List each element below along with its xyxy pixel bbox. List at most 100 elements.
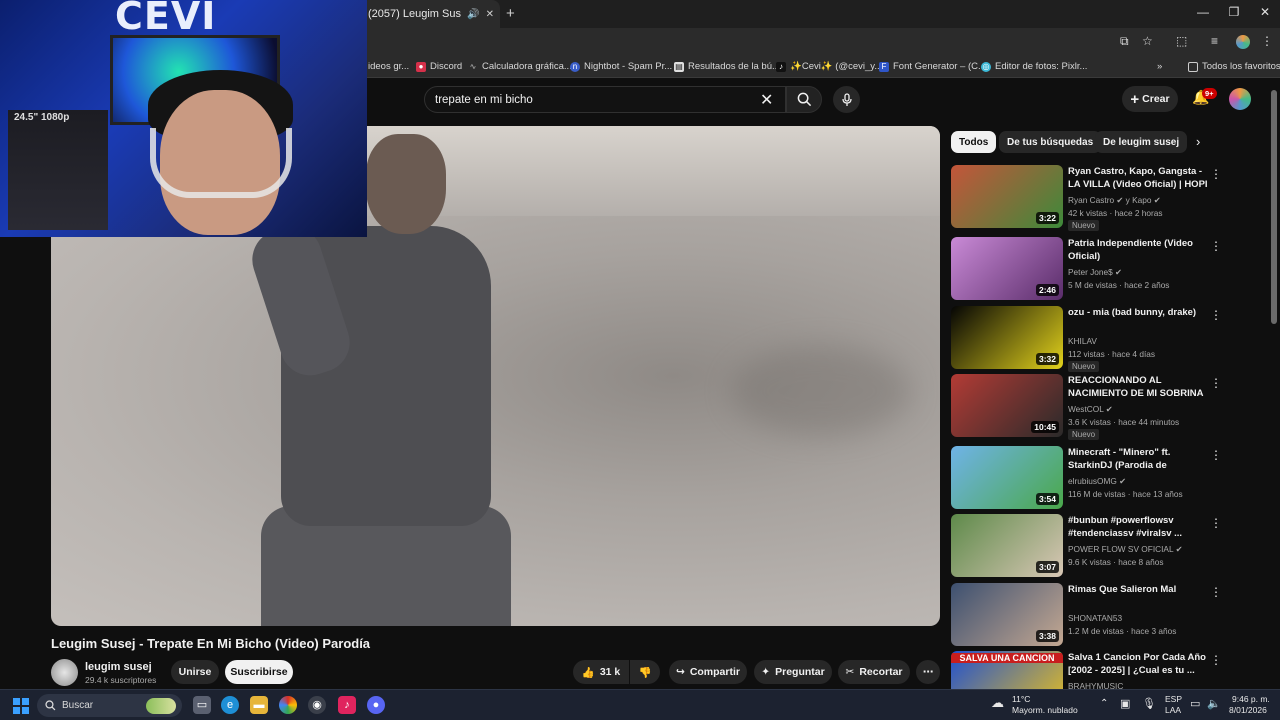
account-avatar[interactable] <box>1229 88 1251 110</box>
recommendation-channel[interactable]: elrubiusOMG ✔ <box>1068 476 1126 486</box>
recommendation-title[interactable]: Patria Independiente (Video Oficial) <box>1068 237 1208 263</box>
chrome-icon[interactable] <box>279 696 297 714</box>
recommendation-title[interactable]: Salva 1 Cancion Por Cada Año [2002 - 202… <box>1068 651 1208 677</box>
voice-search-button[interactable] <box>833 86 860 113</box>
extensions-icon[interactable]: ⬚ <box>1176 34 1187 48</box>
language-top[interactable]: ESP <box>1165 694 1182 704</box>
bookmarks-overflow-icon[interactable]: » <box>1157 61 1162 72</box>
chip-from-searches[interactable]: De tus búsquedas <box>999 131 1102 153</box>
start-button[interactable] <box>13 698 29 714</box>
discord-app-icon[interactable]: ● <box>367 696 385 714</box>
dislike-button[interactable]: 👎 <box>630 660 660 684</box>
media-control-icon[interactable]: ≡ <box>1211 34 1218 48</box>
more-options-icon[interactable]: ⋮ <box>1210 239 1222 253</box>
weather-temp[interactable]: 11°C <box>1012 694 1030 704</box>
tray-chevron-icon[interactable]: ⌃ <box>1100 698 1108 709</box>
scrollbar[interactable] <box>1271 90 1277 324</box>
share-button[interactable]: ↪ Compartir <box>669 660 747 684</box>
bookmark-item[interactable]: ▤ Resultados de la bú... <box>674 61 780 72</box>
recommendation-item[interactable]: 3:32 ozu - mia (bad bunny, drake) KHILAV 11… <box>951 306 1222 372</box>
weather-desc[interactable]: Mayorm. nublado <box>1012 705 1078 715</box>
search-button[interactable] <box>786 86 822 113</box>
recommendation-title[interactable]: REACCIONANDO AL NACIMIENTO DE MI SOBRINA… <box>1068 374 1208 400</box>
more-options-icon[interactable]: ⋮ <box>1210 376 1222 390</box>
browser-tab[interactable]: (2057) Leugim Susej - Trepa 🔊 ✕ <box>360 0 500 28</box>
edge-icon[interactable]: e <box>221 696 239 714</box>
obs-icon[interactable]: ◉ <box>308 696 326 714</box>
taskbar-search[interactable]: Buscar <box>37 694 182 717</box>
recommendation-item[interactable]: 10:45 REACCIONANDO AL NACIMIENTO DE MI SO… <box>951 374 1222 440</box>
close-window-icon[interactable]: ✕ <box>1250 5 1280 19</box>
recommendation-item[interactable]: 3:38 Rimas Que Salieron Mal SHONATAN53 1.2 … <box>951 583 1222 649</box>
recommendation-thumbnail[interactable]: 3:32 <box>951 306 1063 369</box>
task-view-icon[interactable]: ▭ <box>193 696 211 714</box>
tiktok-app-icon[interactable]: ♪ <box>338 696 356 714</box>
speaker-icon[interactable]: 🔊 <box>467 9 479 20</box>
profile-icon[interactable] <box>1236 35 1250 49</box>
recommendation-title[interactable]: Rimas Que Salieron Mal <box>1068 583 1208 596</box>
recommendation-thumbnail[interactable]: 3:07 <box>951 514 1063 577</box>
like-button[interactable]: 👍 31 k <box>573 660 629 684</box>
bookmark-item[interactable]: ♪ ✨Cevi✨ (@cevi_y... <box>776 61 882 72</box>
recommendation-channel[interactable]: KHILAV <box>1068 336 1097 346</box>
clock-time[interactable]: 9:46 p. m. <box>1232 694 1270 704</box>
recommendation-thumbnail[interactable]: 10:45 <box>951 374 1063 437</box>
display-icon[interactable]: ▭ <box>1190 697 1200 710</box>
join-button[interactable]: Unirse <box>171 660 219 684</box>
more-options-icon[interactable]: ⋮ <box>1210 653 1222 667</box>
recommendation-channel[interactable]: POWER FLOW SV OFICIAL ✔ <box>1068 544 1183 554</box>
recommendation-thumbnail[interactable]: 3:54 <box>951 446 1063 509</box>
more-actions-button[interactable]: ⋯ <box>916 660 940 684</box>
recommendation-channel[interactable]: WestCOL ✔ <box>1068 404 1113 414</box>
restore-icon[interactable]: ❐ <box>1219 5 1249 19</box>
clip-button[interactable]: ✂ Recortar <box>838 660 910 684</box>
star-icon[interactable]: ☆ <box>1142 34 1153 48</box>
recommendation-thumbnail[interactable]: 2:46 <box>951 237 1063 300</box>
language-bottom[interactable]: LAA <box>1165 705 1181 715</box>
install-app-icon[interactable]: ⧉ <box>1120 34 1129 49</box>
recommendation-item[interactable]: 3:54 Minecraft - "Minero" ft. StarkinDJ (… <box>951 446 1222 512</box>
new-tab-icon[interactable]: + <box>506 5 515 22</box>
recommendation-channel[interactable]: Ryan Castro ✔ y Kapo ✔ <box>1068 195 1161 205</box>
recommendation-title[interactable]: Ryan Castro, Kapo, Gangsta - LA VILLA (V… <box>1068 165 1208 191</box>
recommendation-thumbnail[interactable]: 3:38 <box>951 583 1063 646</box>
recommendation-title[interactable]: ozu - mia (bad bunny, drake) <box>1068 306 1208 319</box>
tray-mic-icon[interactable]: 🎙 <box>1142 697 1156 710</box>
bookmark-item[interactable]: n Nightbot - Spam Pr... <box>570 61 672 72</box>
recommendation-title[interactable]: #bunbun #powerflowsv #tendenciassv #vira… <box>1068 514 1208 540</box>
volume-icon[interactable]: 🔈 <box>1207 697 1221 710</box>
recommendation-item[interactable]: 2:46 Patria Independiente (Video Oficial)… <box>951 237 1222 303</box>
bookmark-item[interactable]: ∿ Calculadora gráfica... <box>468 61 572 72</box>
bookmark-item[interactable]: ● Discord <box>416 61 462 72</box>
recommendation-thumbnail[interactable]: 3:22 <box>951 165 1063 228</box>
clear-search-icon[interactable]: ✕ <box>760 90 773 110</box>
more-options-icon[interactable]: ⋮ <box>1210 167 1222 181</box>
menu-icon[interactable]: ⋮ <box>1261 34 1273 48</box>
close-tab-icon[interactable]: ✕ <box>486 9 494 20</box>
channel-name[interactable]: leugim susej <box>85 661 152 673</box>
recommendation-item[interactable]: 3:07 #bunbun #powerflowsv #tendenciassv #… <box>951 514 1222 580</box>
more-options-icon[interactable]: ⋮ <box>1210 516 1222 530</box>
bookmark-item[interactable]: ideos gr... <box>368 61 409 72</box>
file-explorer-icon[interactable]: ▬ <box>250 696 268 714</box>
subscribe-button[interactable]: Suscribirse <box>225 660 293 684</box>
recommendation-item[interactable]: 3:22 Ryan Castro, Kapo, Gangsta - LA VILL… <box>951 165 1222 231</box>
ask-button[interactable]: ✦ Preguntar <box>754 660 832 684</box>
chip-from-channel[interactable]: De leugim susej <box>1095 131 1188 153</box>
recommendation-title[interactable]: Minecraft - "Minero" ft. StarkinDJ (Paro… <box>1068 446 1208 472</box>
create-button[interactable]: + Crear <box>1122 86 1178 112</box>
chip-all[interactable]: Todos <box>951 131 997 153</box>
more-options-icon[interactable]: ⋮ <box>1210 448 1222 462</box>
recommendation-channel[interactable]: Peter Jone$ ✔ <box>1068 267 1122 277</box>
recommendation-channel[interactable]: SHONATAN53 <box>1068 613 1122 623</box>
all-bookmarks[interactable]: Todos los favoritos <box>1188 61 1280 72</box>
channel-avatar[interactable] <box>51 659 78 686</box>
search-input[interactable]: trepate en mi bicho <box>424 86 786 113</box>
bookmark-item[interactable]: F Font Generator – (C... <box>879 61 986 72</box>
bookmark-item[interactable]: ◎ Editor de fotos: Pixlr... <box>981 61 1087 72</box>
clock-date[interactable]: 8/01/2026 <box>1229 705 1267 715</box>
minimize-icon[interactable]: — <box>1188 5 1218 19</box>
tray-app-icon[interactable]: ▣ <box>1120 697 1130 710</box>
more-options-icon[interactable]: ⋮ <box>1210 585 1222 599</box>
more-options-icon[interactable]: ⋮ <box>1210 308 1222 322</box>
